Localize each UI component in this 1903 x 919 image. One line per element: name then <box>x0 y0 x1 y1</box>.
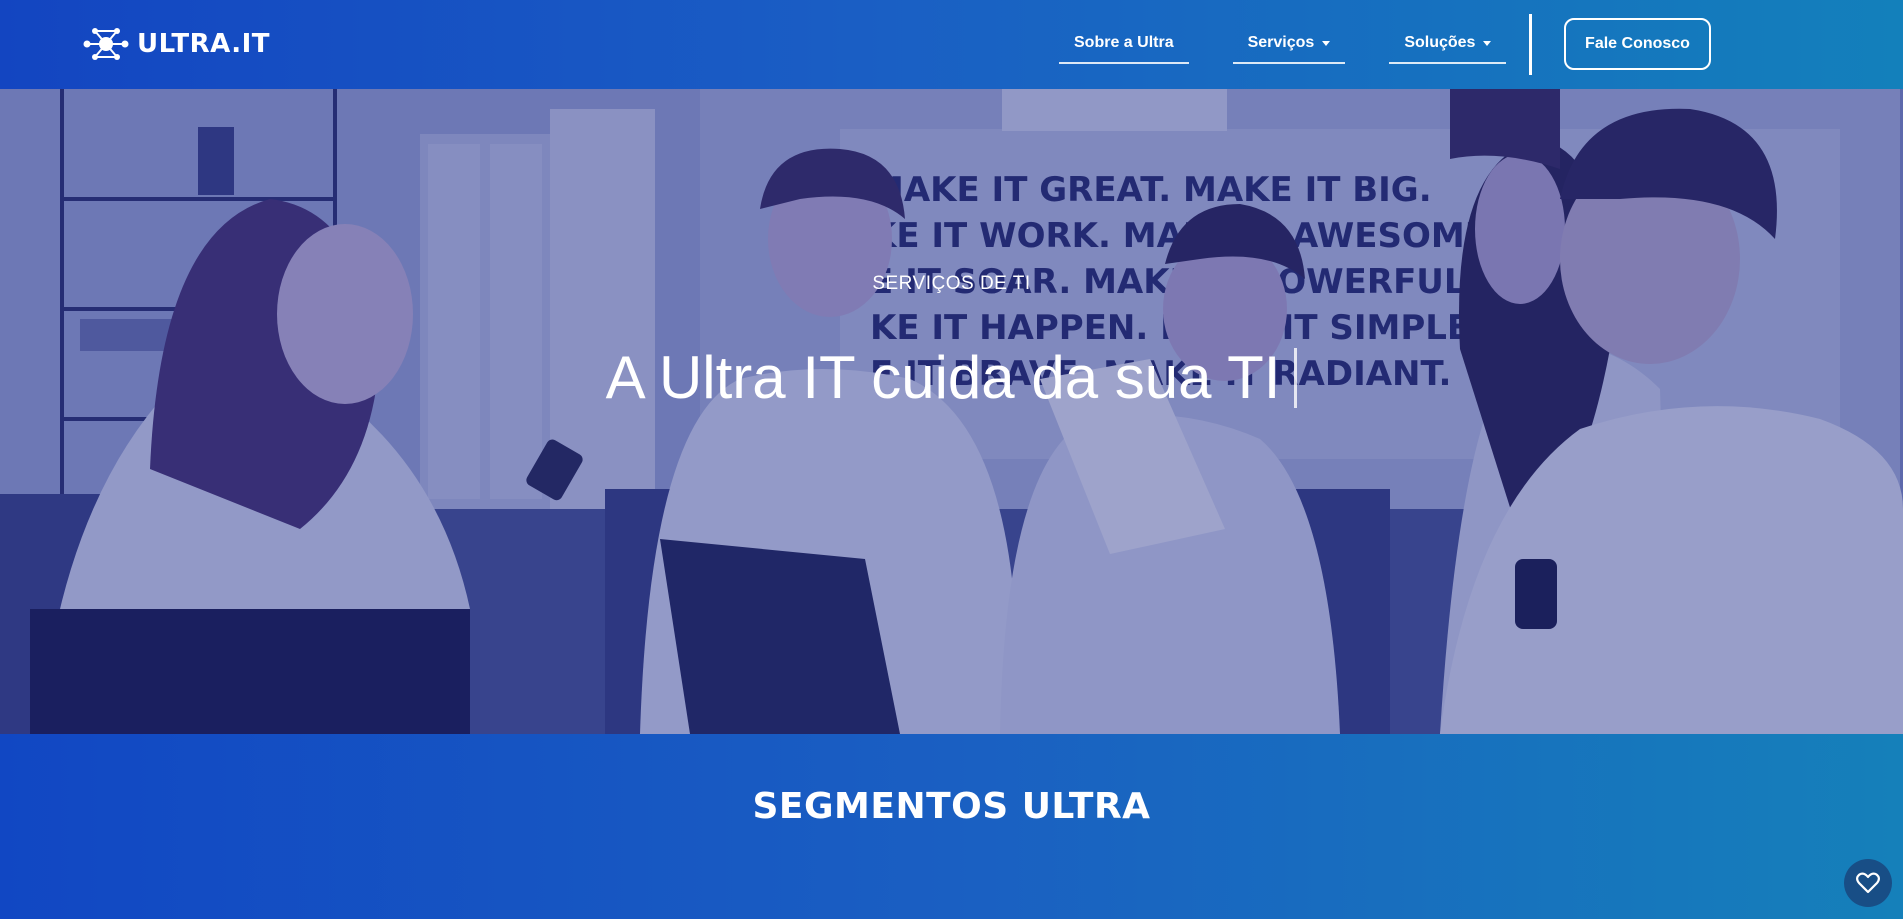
contact-button[interactable]: Fale Conosco <box>1564 18 1711 70</box>
caret-down-icon <box>1322 41 1331 46</box>
nav-item-solucoes[interactable]: Soluções <box>1389 30 1507 64</box>
brand-logo[interactable]: ULTRA.IT <box>81 26 270 62</box>
network-nodes-logo-icon <box>83 28 129 60</box>
hero-heading: A Ultra IT cuida da sua TI <box>0 343 1903 412</box>
segments-title: SEGMENTOS ULTRA <box>752 786 1151 827</box>
nav-divider <box>1529 14 1532 75</box>
heart-icon <box>1856 872 1880 894</box>
top-navbar: ULTRA.IT Sobre a Ultra Serviços Soluções… <box>0 0 1903 89</box>
caret-down-icon <box>1483 41 1492 46</box>
nav-item-label: Serviços <box>1247 34 1315 51</box>
hero-banner: MAKE IT GREAT. MAKE IT BIG. KE IT WORK. … <box>0 89 1903 734</box>
nav-item-label: Sobre a Ultra <box>1074 34 1174 51</box>
favorite-button[interactable] <box>1844 859 1892 907</box>
nav-item-servicos[interactable]: Serviços <box>1232 30 1346 64</box>
main-nav: Sobre a Ultra Serviços Soluções <box>1059 30 1507 64</box>
typing-cursor <box>1294 348 1298 408</box>
hero-title-text: A Ultra IT cuida da sua TI <box>605 344 1281 411</box>
nav-item-label: Soluções <box>1404 34 1476 51</box>
segments-section: SEGMENTOS ULTRA <box>0 734 1903 919</box>
nav-item-sobre[interactable]: Sobre a Ultra <box>1059 30 1189 64</box>
brand-name: ULTRA.IT <box>137 29 271 59</box>
hero-eyebrow: SERVIÇOS DE TI <box>872 273 1031 294</box>
